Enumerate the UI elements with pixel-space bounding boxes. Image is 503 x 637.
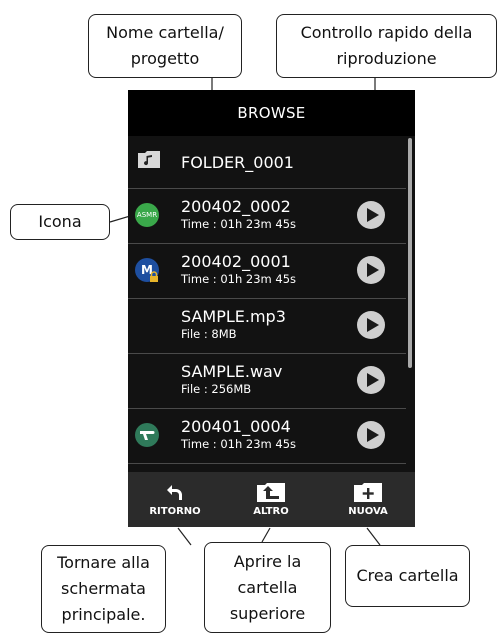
screen-title: BROWSE (128, 90, 415, 136)
lock-icon (150, 271, 158, 282)
file-detail: Time : 01h 23m 45s (181, 272, 297, 286)
device-screen: BROWSE FOLDER_0001 ASMR 200402_0002 Time… (128, 90, 415, 527)
play-button[interactable] (357, 201, 385, 229)
folder-row[interactable]: FOLDER_0001 (128, 136, 406, 190)
callout-create-folder: Crea cartella (345, 545, 470, 607)
play-button[interactable] (357, 311, 385, 339)
folder-up-icon (236, 480, 306, 504)
file-detail: File : 8MB (181, 327, 237, 341)
back-label: RITORNO (149, 506, 201, 517)
folder-add-icon (333, 480, 403, 504)
up-label: ALTRO (253, 506, 289, 517)
file-detail: File : 256MB (181, 382, 252, 396)
callout-icon: Icona (10, 204, 110, 240)
file-row-3[interactable]: SAMPLE.mp3 File : 8MB (128, 299, 406, 353)
parent-folder-button[interactable]: ALTRO (236, 476, 306, 524)
callout-open-parent: Aprire la cartella superiore (204, 542, 331, 633)
play-button[interactable] (357, 366, 385, 394)
folder-name: FOLDER_0001 (181, 153, 294, 172)
file-row-5[interactable]: 200401_0004 Time : 01h 23m 45s (128, 409, 406, 463)
footer-bar: RITORNO ALTRO NUOVA (128, 472, 415, 527)
asmr-badge-icon: ASMR (135, 203, 159, 227)
play-button[interactable] (357, 421, 385, 449)
back-button[interactable]: RITORNO (140, 476, 210, 524)
music-folder-icon (138, 150, 160, 172)
callout-quick-play: Controllo rapido della riproduzione (276, 14, 497, 78)
mic-locked-icon: M (135, 258, 159, 282)
file-name: 200402_0001 (181, 252, 291, 271)
callout-back: Tornare alla schermata principale. (41, 545, 166, 633)
file-detail: Time : 01h 23m 45s (181, 437, 297, 451)
new-folder-button[interactable]: NUOVA (333, 476, 403, 524)
handheld-mic-icon (135, 423, 159, 447)
file-name: SAMPLE.wav (181, 362, 283, 381)
file-row-4[interactable]: SAMPLE.wav File : 256MB (128, 354, 406, 408)
file-row-2[interactable]: M 200402_0001 Time : 01h 23m 45s (128, 244, 406, 298)
file-row-1[interactable]: ASMR 200402_0002 Time : 01h 23m 45s (128, 189, 406, 243)
play-button[interactable] (357, 256, 385, 284)
file-detail: Time : 01h 23m 45s (181, 217, 297, 231)
file-name: 200401_0004 (181, 417, 291, 436)
back-arrow-icon (140, 480, 210, 504)
scrollbar[interactable] (408, 138, 412, 368)
callout-folder-name: Nome cartella/ progetto (88, 14, 242, 78)
file-name: 200402_0002 (181, 197, 291, 216)
new-label: NUOVA (348, 506, 388, 517)
file-name: SAMPLE.mp3 (181, 307, 286, 326)
